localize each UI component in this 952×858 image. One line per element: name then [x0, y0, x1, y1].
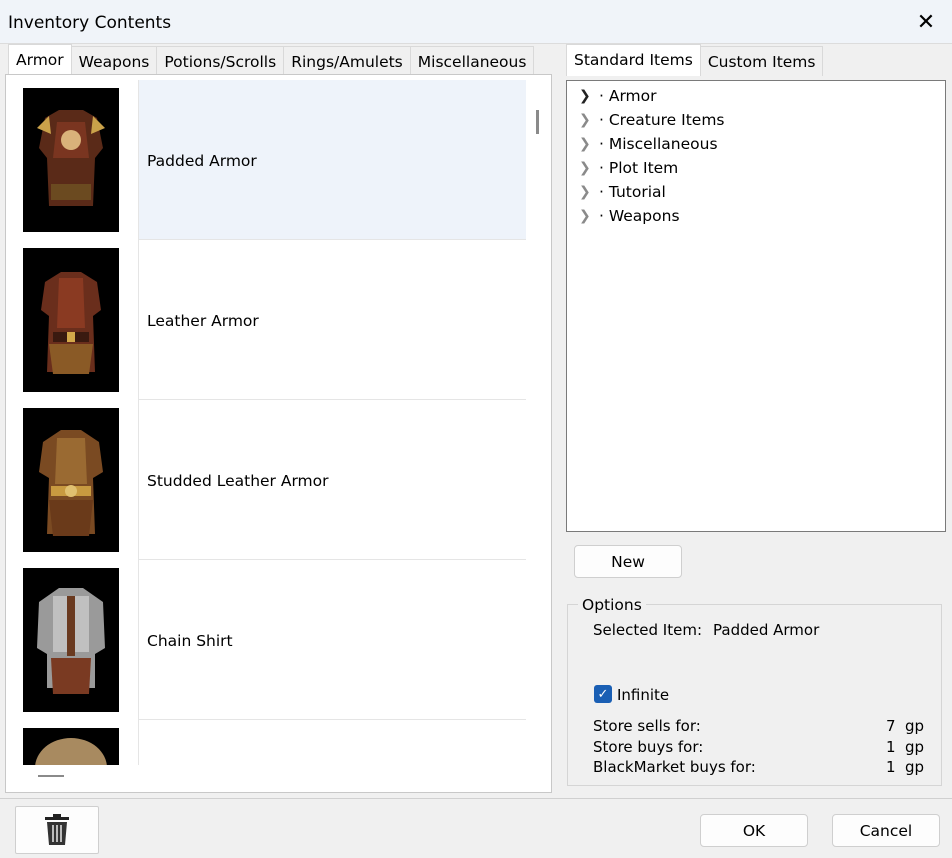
infinite-label: Infinite: [617, 686, 670, 704]
selected-item-value: Padded Armor: [713, 621, 820, 639]
tree-item-label: · Miscellaneous: [599, 135, 718, 153]
footer-divider: [0, 798, 952, 799]
armor-thumbnail-icon: [23, 728, 119, 765]
list-item[interactable]: Padded Armor: [11, 80, 526, 240]
chevron-right-icon[interactable]: ❯: [579, 184, 599, 200]
tree-item-armor[interactable]: ❯ · Armor: [579, 85, 657, 107]
tree-item-label: · Armor: [599, 87, 657, 105]
blackmarket-value: 1: [886, 758, 896, 776]
item-source-tabs: Standard Items Custom Items: [566, 44, 824, 76]
tab-custom-items[interactable]: Custom Items: [699, 46, 824, 76]
chevron-right-icon[interactable]: ❯: [579, 136, 599, 152]
item-label: Studded Leather Armor: [147, 472, 329, 490]
tree-item-creature-items[interactable]: ❯ · Creature Items: [579, 109, 725, 131]
chain-shirt-icon: [23, 568, 119, 712]
item-thumbnail-cell: [11, 240, 139, 400]
tree-item-miscellaneous[interactable]: ❯ · Miscellaneous: [579, 133, 718, 155]
studded-leather-armor-icon: [23, 408, 119, 552]
list-item[interactable]: Leather Armor: [11, 240, 526, 400]
horizontal-scrollbar[interactable]: [38, 775, 64, 777]
selected-item-label: Selected Item:: [593, 621, 702, 639]
store-sells-value: 7: [886, 717, 896, 735]
item-label: Chain Shirt: [147, 632, 233, 650]
item-thumbnail-cell: [11, 80, 139, 240]
padded-armor-icon: [23, 88, 119, 232]
item-thumbnail-cell: [11, 560, 139, 720]
chevron-right-icon[interactable]: ❯: [579, 112, 599, 128]
item-label: Padded Armor: [147, 152, 257, 170]
vertical-scrollbar[interactable]: [536, 110, 539, 134]
tree-item-label: · Weapons: [599, 207, 680, 225]
blackmarket-label: BlackMarket buys for:: [593, 758, 756, 776]
window-title: Inventory Contents: [8, 13, 172, 33]
tree-item-label: · Plot Item: [599, 159, 679, 177]
chevron-right-icon[interactable]: ❯: [579, 160, 599, 176]
store-buys-label: Store buys for:: [593, 738, 704, 756]
close-icon[interactable]: ✕: [900, 0, 952, 44]
title-bar: Inventory Contents ✕: [0, 0, 952, 44]
leather-armor-icon: [23, 248, 119, 392]
item-thumbnail-cell: [11, 720, 139, 765]
tab-standard-items[interactable]: Standard Items: [566, 44, 701, 76]
tab-armor[interactable]: Armor: [8, 44, 72, 76]
category-tabs: Armor Weapons Potions/Scrolls Rings/Amul…: [8, 44, 535, 76]
tab-miscellaneous[interactable]: Miscellaneous: [409, 46, 535, 76]
list-item[interactable]: Studded Leather Armor: [11, 400, 526, 560]
item-category-tree[interactable]: ❯ · Armor ❯ · Creature Items ❯ · Miscell…: [566, 80, 946, 532]
chevron-right-icon[interactable]: ❯: [579, 88, 599, 104]
tree-item-label: · Creature Items: [599, 111, 725, 129]
tree-item-plot-item[interactable]: ❯ · Plot Item: [579, 157, 678, 179]
item-label: Leather Armor: [147, 312, 259, 330]
store-sells-label: Store sells for:: [593, 717, 701, 735]
item-list-panel: Padded Armor Leather Armor Studded Leath…: [5, 74, 552, 793]
store-buys-value: 1: [886, 738, 896, 756]
options-title: Options: [578, 596, 646, 614]
item-list[interactable]: Padded Armor Leather Armor Studded Leath…: [11, 80, 526, 765]
store-sells-unit: gp: [905, 717, 925, 735]
blackmarket-unit: gp: [905, 758, 925, 776]
tab-rings-amulets[interactable]: Rings/Amulets: [283, 46, 411, 76]
tree-item-label: · Tutorial: [599, 183, 666, 201]
tree-item-weapons[interactable]: ❯ · Weapons: [579, 205, 680, 227]
list-item[interactable]: Chain Shirt: [11, 560, 526, 720]
tab-weapons[interactable]: Weapons: [70, 46, 158, 76]
trash-icon: [45, 814, 69, 845]
store-buys-unit: gp: [905, 738, 925, 756]
ok-button[interactable]: OK: [700, 814, 808, 847]
new-button[interactable]: New: [574, 545, 682, 578]
tab-potions-scrolls[interactable]: Potions/Scrolls: [156, 46, 285, 76]
chevron-right-icon[interactable]: ❯: [579, 208, 599, 224]
item-thumbnail-cell: [11, 400, 139, 560]
cancel-button[interactable]: Cancel: [832, 814, 940, 847]
tree-item-tutorial[interactable]: ❯ · Tutorial: [579, 181, 666, 203]
delete-button[interactable]: [15, 806, 99, 854]
list-item[interactable]: [11, 720, 526, 765]
infinite-checkbox[interactable]: ✓: [594, 685, 612, 703]
